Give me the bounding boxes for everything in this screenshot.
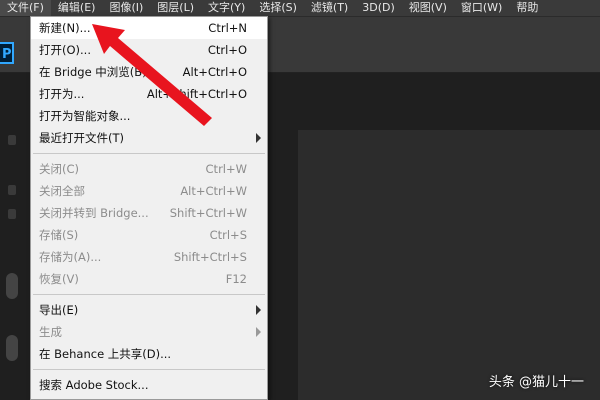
menubar-item[interactable]: 窗口(W) <box>454 0 509 16</box>
menubar-item[interactable]: 滤镜(T) <box>304 0 355 16</box>
menu-item-label: 打开为智能对象... <box>39 109 131 123</box>
menubar-item[interactable]: 视图(V) <box>402 0 454 16</box>
menu-item[interactable]: 关闭全部 Alt+Ctrl+W <box>31 180 267 202</box>
menu-item-label: 存储(S) <box>39 228 79 242</box>
menu-item[interactable]: 关闭(C) Ctrl+W <box>31 158 267 180</box>
submenu-arrow-icon <box>256 327 261 337</box>
menu-item-label: 关闭并转到 Bridge... <box>39 206 149 220</box>
menu-item-label: 打开为... <box>39 87 85 101</box>
submenu-arrow-icon <box>256 305 261 315</box>
menu-item[interactable]: 打开为... Alt+Shift+Ctrl+O <box>31 83 267 105</box>
menu-item[interactable]: 打开(O)... Ctrl+O <box>31 39 267 61</box>
panel-handle[interactable] <box>8 185 16 195</box>
document-area <box>298 130 600 400</box>
menubar-item[interactable]: 3D(D) <box>355 0 402 16</box>
menu-item-shortcut: Alt+Shift+Ctrl+O <box>146 87 247 101</box>
menu-item[interactable]: 新建(N)... Ctrl+N <box>31 17 267 39</box>
menu-item-shortcut: Alt+Ctrl+W <box>180 184 247 198</box>
menu-item[interactable]: 在 Bridge 中浏览(B)... Alt+Ctrl+O <box>31 61 267 83</box>
menubar-item[interactable]: 文字(Y) <box>201 0 252 16</box>
menu-item-label: 导出(E) <box>39 303 79 317</box>
menu-item[interactable]: 存储(S) Ctrl+S <box>31 224 267 246</box>
menu-item-label: 关闭全部 <box>39 184 85 198</box>
menu-bar: 文件(F) 编辑(E) 图像(I) 图层(L) 文字(Y) 选择(S) 滤镜(T) 3D(D)… <box>0 0 600 17</box>
menu-item[interactable]: 在 Behance 上共享(D)... <box>31 343 267 365</box>
menu-item-shortcut: Ctrl+N <box>208 21 247 35</box>
menu-item-label: 关闭(C) <box>39 162 80 176</box>
menu-item[interactable]: 存储为(A)... Shift+Ctrl+S <box>31 246 267 268</box>
menu-item[interactable]: 导出(E) <box>31 299 267 321</box>
menu-item-shortcut: Alt+Ctrl+O <box>182 65 247 79</box>
menubar-item[interactable]: 图像(I) <box>102 0 150 16</box>
menu-item[interactable]: 搜索 Adobe Stock... <box>31 374 267 396</box>
menu-item-label: 新建(N)... <box>39 21 91 35</box>
panel-handle[interactable] <box>8 135 16 145</box>
menu-item-label: 在 Behance 上共享(D)... <box>39 347 172 361</box>
menu-item-label: 存储为(A)... <box>39 250 102 264</box>
submenu-arrow-icon <box>256 133 261 143</box>
menu-item-label: 打开(O)... <box>39 43 91 57</box>
menubar-item[interactable]: 帮助 <box>509 0 545 16</box>
menu-separator <box>33 153 265 154</box>
panel-toggle[interactable] <box>6 273 18 299</box>
menu-item[interactable]: 打开为智能对象... <box>31 105 267 127</box>
menu-item-label: 在 Bridge 中浏览(B)... <box>39 65 158 79</box>
menu-item-shortcut: Ctrl+S <box>209 228 247 242</box>
menu-separator <box>33 369 265 370</box>
menu-item-label: 生成 <box>39 325 62 339</box>
menu-item[interactable]: 恢复(V) F12 <box>31 268 267 290</box>
file-menu-dropdown: 新建(N)... Ctrl+N 打开(O)... Ctrl+O 在 Bridge 中浏览… <box>30 16 268 400</box>
menu-item-label: 搜索 Adobe Stock... <box>39 378 149 392</box>
menu-item-shortcut: F12 <box>225 272 247 286</box>
menu-item-shortcut: Ctrl+O <box>207 43 247 57</box>
menubar-item[interactable]: 图层(L) <box>150 0 201 16</box>
photoshop-logo: P <box>0 42 14 64</box>
menu-item[interactable]: 最近打开文件(T) <box>31 127 267 149</box>
menu-separator <box>33 294 265 295</box>
menu-item-label: 恢复(V) <box>39 272 79 286</box>
menu-item-shortcut: Shift+Ctrl+W <box>169 206 247 220</box>
menu-item-label: 最近打开文件(T) <box>39 131 124 145</box>
watermark: 头条 @猫儿十一 <box>488 375 584 390</box>
menu-item[interactable]: 生成 <box>31 321 267 343</box>
panel-handle[interactable] <box>8 209 16 219</box>
menubar-item[interactable]: 选择(S) <box>252 0 304 16</box>
menu-item[interactable]: 关闭并转到 Bridge... Shift+Ctrl+W <box>31 202 267 224</box>
menu-item-shortcut: Ctrl+W <box>205 162 247 176</box>
panel-toggle[interactable] <box>6 335 18 361</box>
menubar-item[interactable]: 编辑(E) <box>51 0 103 16</box>
menubar-item[interactable]: 文件(F) <box>0 0 51 16</box>
menu-item-shortcut: Shift+Ctrl+S <box>173 250 247 264</box>
